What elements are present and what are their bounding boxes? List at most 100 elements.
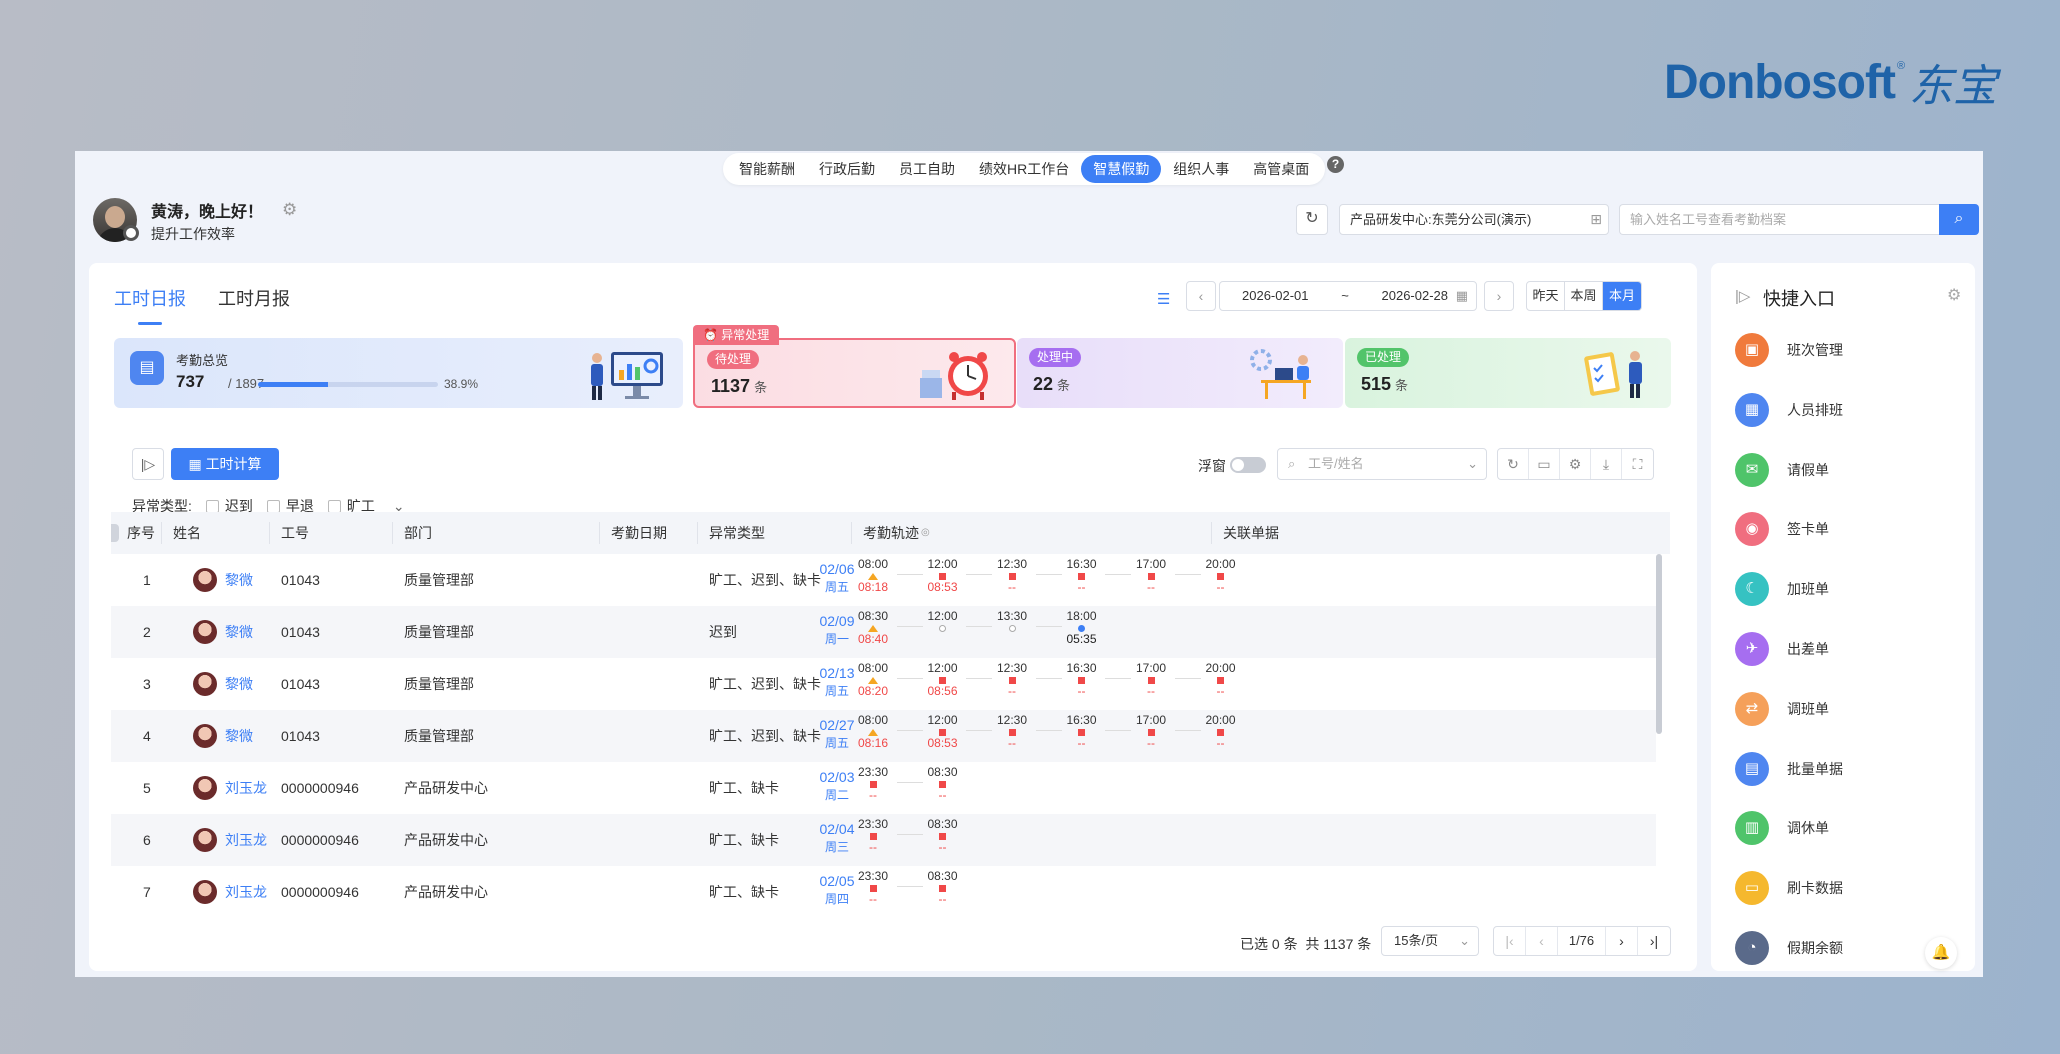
last-page-button[interactable]: ›| (1638, 927, 1670, 955)
track-point[interactable]: 20:00 -- (1201, 714, 1241, 750)
date-range-picker[interactable]: 2026-02-01 ~ 2026-02-28 ▦ (1219, 281, 1477, 311)
track-point[interactable]: 08:30 -- (923, 766, 963, 802)
track-point[interactable]: 12:00 08:53 (923, 714, 963, 750)
track-point[interactable]: 20:00 -- (1201, 558, 1241, 594)
track-point[interactable]: 13:30 (992, 610, 1032, 633)
module-nav-item[interactable]: 智能薪酬 (727, 155, 807, 183)
module-nav-item[interactable]: 组织人事 (1161, 155, 1241, 183)
track-point[interactable]: 08:00 08:18 (853, 558, 893, 594)
track-point[interactable]: 08:30 -- (923, 818, 963, 854)
page-size-select[interactable]: 15条/页 ⌄ (1381, 926, 1479, 956)
employee-name-link[interactable]: 黎微 (225, 710, 253, 762)
track-point[interactable]: 08:00 08:16 (853, 714, 893, 750)
fullscreen-icon[interactable]: ⛶ (1622, 449, 1653, 479)
quick-entry-item[interactable]: ▦ 人员排班 (1735, 392, 1965, 429)
column-divider[interactable] (851, 522, 852, 544)
column-divider[interactable] (697, 522, 698, 544)
quick-entry-item[interactable]: ▥ 调休单 (1735, 811, 1965, 847)
collapse-filter-button[interactable]: |▷ (132, 448, 164, 480)
next-period-button[interactable]: › (1484, 281, 1514, 311)
table-row[interactable]: 2 黎微 01043 质量管理部 02/09 周一 迟到 08:30 08:40 12:00 13:… (111, 606, 1656, 658)
report-tab[interactable]: 工时月报 (218, 285, 290, 311)
reload-icon[interactable]: ↻ (1498, 449, 1529, 479)
list-view-icon[interactable]: ☰ (1157, 290, 1170, 308)
module-nav-item[interactable]: 行政后勤 (807, 155, 887, 183)
org-selector[interactable]: 产品研发中心:东莞分公司(演示) ⊞ (1339, 204, 1609, 235)
first-page-button[interactable]: |‹ (1494, 927, 1526, 955)
module-nav-item[interactable]: 高管桌面 (1241, 155, 1321, 183)
column-divider[interactable] (599, 522, 600, 544)
checkbox-box[interactable] (205, 499, 219, 513)
table-left-handle[interactable] (111, 524, 119, 542)
checkbox-box[interactable] (327, 499, 341, 513)
table-search-input[interactable]: ⌕ 工号/姓名 ⌄ (1277, 448, 1487, 480)
table-row[interactable]: 3 黎微 01043 质量管理部 02/13 周五 旷工、迟到、缺卡 08:00 08:20 12… (111, 658, 1656, 710)
user-settings-gear-icon[interactable]: ⚙ (282, 200, 297, 220)
track-point[interactable]: 12:00 08:56 (923, 662, 963, 698)
employee-name-link[interactable]: 黎微 (225, 554, 253, 606)
track-point[interactable]: 16:30 -- (1062, 662, 1102, 698)
prev-page-button[interactable]: ‹ (1526, 927, 1558, 955)
float-window-toggle[interactable] (1230, 457, 1266, 473)
quick-range-button[interactable]: 昨天 (1527, 282, 1565, 310)
download-icon[interactable]: ⤓ (1591, 449, 1622, 479)
stat-overview-card[interactable]: ▤ 考勤总览 737 / 1897 38.9% (114, 338, 683, 408)
module-nav-item[interactable]: 绩效HR工作台 (967, 155, 1081, 183)
table-row[interactable]: 5 刘玉龙 0000000946 产品研发中心 02/03 周二 旷工、缺卡 23:30 -- 0… (111, 762, 1656, 814)
help-icon[interactable]: ? (1327, 156, 1344, 173)
refresh-button[interactable]: ↻ (1296, 204, 1328, 235)
track-point[interactable]: 16:30 -- (1062, 558, 1102, 594)
employee-search-input[interactable]: 输入姓名工号查看考勤档案 (1619, 204, 1940, 235)
track-point[interactable]: 08:00 08:20 (853, 662, 893, 698)
module-nav-item[interactable]: 智慧假勤 (1081, 155, 1162, 183)
table-row[interactable]: 7 刘玉龙 0000000946 产品研发中心 02/05 周四 旷工、缺卡 23:30 -- 0… (111, 866, 1656, 914)
export-file-icon[interactable]: ▭ (1529, 449, 1560, 479)
column-divider[interactable] (392, 522, 393, 544)
column-divider[interactable] (269, 522, 270, 544)
employee-name-link[interactable]: 黎微 (225, 606, 253, 658)
track-point[interactable]: 12:30 -- (992, 714, 1032, 750)
stat-processing-card[interactable]: 处理中 22 条 (1017, 338, 1343, 408)
page-indicator[interactable]: 1/76 (1558, 927, 1606, 955)
column-divider[interactable] (161, 522, 162, 544)
report-tab[interactable]: 工时日报 (114, 285, 186, 325)
employee-name-link[interactable]: 黎微 (225, 658, 253, 710)
quick-entry-item[interactable]: ✉ 请假单 (1735, 452, 1965, 489)
next-page-button[interactable]: › (1606, 927, 1638, 955)
track-point[interactable]: 17:00 -- (1131, 714, 1171, 750)
quick-entry-item[interactable]: ▭ 刷卡数据 (1735, 871, 1965, 907)
employee-name-link[interactable]: 刘玉龙 (225, 814, 267, 866)
prev-period-button[interactable]: ‹ (1186, 281, 1216, 311)
track-point[interactable]: 12:00 (923, 610, 963, 633)
quick-entry-item[interactable]: ✈ 出差单 (1735, 632, 1965, 668)
quick-entry-item[interactable]: ◉ 签卡单 (1735, 512, 1965, 548)
track-point[interactable]: 23:30 -- (853, 818, 893, 854)
quick-entry-item[interactable]: ⇄ 调班单 (1735, 691, 1965, 728)
stat-pending-card[interactable]: 待处理 1137 条 (693, 338, 1016, 408)
panel-collapse-icon[interactable]: |▷ (1735, 287, 1750, 305)
quick-entry-item[interactable]: ☾ 加班单 (1735, 572, 1965, 608)
track-point[interactable]: 17:00 -- (1131, 558, 1171, 594)
quick-range-button[interactable]: 本周 (1565, 282, 1603, 310)
employee-name-link[interactable]: 刘玉龙 (225, 866, 267, 914)
track-point[interactable]: 08:30 -- (923, 870, 963, 906)
track-point[interactable]: 12:00 08:53 (923, 558, 963, 594)
checkbox-box[interactable] (266, 499, 280, 513)
track-point[interactable]: 23:30 -- (853, 766, 893, 802)
table-row[interactable]: 6 刘玉龙 0000000946 产品研发中心 02/04 周三 旷工、缺卡 23:30 -- 0… (111, 814, 1656, 866)
column-divider[interactable] (1211, 522, 1212, 544)
track-point[interactable]: 18:00 05:35 (1062, 610, 1102, 646)
module-nav-item[interactable]: 员工自助 (887, 155, 967, 183)
quick-entry-item[interactable]: ▣ 班次管理 (1735, 333, 1965, 369)
quick-range-button[interactable]: 本月 (1603, 282, 1641, 310)
track-point[interactable]: 17:00 -- (1131, 662, 1171, 698)
track-point[interactable]: 08:30 08:40 (853, 610, 893, 646)
track-point[interactable]: 12:30 -- (992, 558, 1032, 594)
track-point[interactable]: 23:30 -- (853, 870, 893, 906)
table-row[interactable]: 1 黎微 01043 质量管理部 02/06 周五 旷工、迟到、缺卡 08:00 08:18 12… (111, 554, 1656, 606)
employee-name-link[interactable]: 刘玉龙 (225, 762, 267, 814)
settings-icon[interactable]: ⚙ (1560, 449, 1591, 479)
stat-done-card[interactable]: 已处理 515 条 (1345, 338, 1671, 408)
table-row[interactable]: 4 黎微 01043 质量管理部 02/27 周五 旷工、迟到、缺卡 08:00 08:16 12… (111, 710, 1656, 762)
track-point[interactable]: 20:00 -- (1201, 662, 1241, 698)
